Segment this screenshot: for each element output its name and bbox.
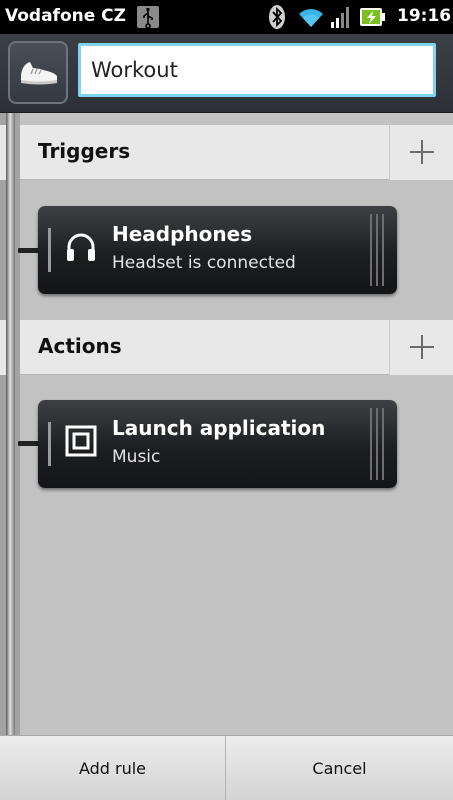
carrier-name: Vodafone CZ — [5, 6, 126, 26]
card-accent-bar — [48, 228, 51, 272]
add-trigger-button[interactable] — [389, 125, 453, 180]
action-title: Launch application — [112, 416, 326, 440]
card-accent-bar — [48, 422, 51, 466]
trigger-subtitle: Headset is connected — [112, 253, 296, 273]
application-icon — [64, 424, 98, 462]
status-bar: Vodafone CZ 19:16 — [0, 0, 453, 34]
triggers-title: Triggers — [38, 139, 131, 163]
action-connector — [18, 441, 40, 446]
actions-title: Actions — [38, 334, 122, 358]
signal-icon — [330, 5, 352, 33]
trigger-card-headphones[interactable]: Headphones Headset is connected — [38, 206, 397, 294]
section-stub — [0, 125, 6, 180]
bottom-button-bar: Add rule Cancel — [0, 735, 453, 800]
add-rule-button[interactable]: Add rule — [0, 736, 225, 800]
bluetooth-icon — [268, 4, 286, 34]
action-subtitle: Music — [112, 447, 161, 467]
clock: 19:16 — [397, 6, 452, 26]
rule-header — [0, 34, 453, 113]
timeline-line — [6, 113, 15, 735]
headphones-icon — [64, 230, 98, 268]
actions-section-header: Actions — [20, 320, 453, 375]
trigger-title: Headphones — [112, 222, 253, 246]
add-action-button[interactable] — [389, 320, 453, 375]
wifi-icon — [296, 5, 326, 33]
triggers-section-header: Triggers — [20, 125, 453, 180]
drag-handle[interactable] — [369, 214, 385, 286]
action-card-launch-application[interactable]: Launch application Music — [38, 400, 397, 488]
sneaker-icon — [21, 62, 57, 85]
usb-icon — [137, 6, 159, 29]
drag-handle[interactable] — [369, 408, 385, 480]
section-stub — [0, 320, 6, 375]
rule-icon-button[interactable] — [8, 41, 68, 104]
battery-charging-icon — [358, 5, 386, 33]
rule-name-input[interactable] — [78, 43, 436, 97]
cancel-button[interactable]: Cancel — [226, 736, 453, 800]
trigger-connector — [18, 248, 40, 253]
